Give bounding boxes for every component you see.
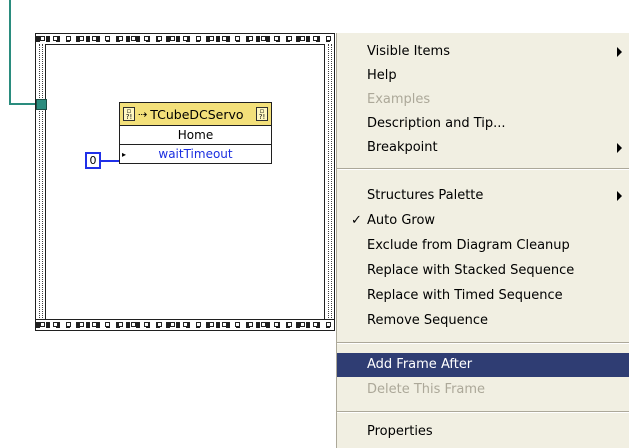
filmstrip-hole (287, 36, 292, 41)
menu-item-exclude-from-cleanup[interactable]: Exclude from Diagram Cleanup (337, 234, 629, 258)
filmstrip-hole (183, 36, 188, 41)
filmstrip-hole (196, 322, 201, 327)
menu-item-help[interactable]: Help (337, 64, 629, 88)
filmstrip-hole (313, 322, 318, 327)
filmstrip-hole (105, 36, 110, 41)
check-icon: ✓ (351, 213, 362, 228)
filmstrip-hole (209, 322, 214, 327)
filmstrip-hole (144, 322, 149, 327)
filmstrip-hole (105, 322, 110, 327)
menu-item-remove-sequence[interactable]: Remove Sequence (337, 309, 629, 333)
filmstrip-hole (118, 36, 123, 41)
menu-item-visible-items[interactable]: Visible Items (337, 40, 629, 64)
menu-separator (337, 168, 629, 170)
filmstrip-hole (144, 36, 149, 41)
filmstrip-hole (274, 322, 279, 327)
submenu-arrow-icon (617, 143, 622, 153)
filmstrip-hole (79, 36, 84, 41)
filmstrip-hole (287, 322, 292, 327)
menu-item-delete-this-frame: Delete This Frame (367, 382, 486, 397)
invoke-node[interactable]: ▫?! ⇢ TCubeDCServo ▫?! Home ▸ waitTimeou… (119, 102, 272, 164)
menu-item-description-and-tip[interactable]: Description and Tip... (337, 112, 629, 136)
filmstrip-hole (261, 36, 266, 41)
flat-sequence-structure[interactable] (35, 33, 335, 331)
menu-item-examples: Examples (367, 92, 431, 107)
filmstrip-hole (196, 36, 201, 41)
sequence-filmstrip-bottom (36, 319, 334, 330)
parameter-label: waitTimeout (158, 147, 233, 161)
menu-item-replace-stacked[interactable]: Replace with Stacked Sequence (337, 259, 629, 283)
menu-item-add-frame-after[interactable]: Add Frame After (337, 353, 629, 377)
filmstrip-hole (326, 322, 331, 327)
submenu-arrow-icon (617, 191, 622, 201)
filmstrip-hole (209, 36, 214, 41)
filmstrip-hole (92, 322, 97, 327)
menu-item-replace-timed[interactable]: Replace with Timed Sequence (337, 284, 629, 308)
menu-separator (337, 411, 629, 413)
filmstrip-hole (66, 36, 71, 41)
filmstrip-hole (53, 36, 58, 41)
filmstrip-hole (40, 322, 45, 327)
invoke-node-header[interactable]: ▫?! ⇢ TCubeDCServo ▫?! (120, 103, 271, 126)
reference-out-icon: ▫?! (256, 107, 268, 121)
filmstrip-hole (79, 322, 84, 327)
filmstrip-hole (222, 36, 227, 41)
context-menu[interactable]: Visible Items Help Examples Description … (336, 33, 629, 448)
filmstrip-hole (183, 322, 188, 327)
submenu-arrow-icon (617, 47, 622, 57)
filmstrip-hole (313, 36, 318, 41)
menu-separator (337, 342, 629, 344)
filmstrip-hole (235, 322, 240, 327)
filmstrip-hole (248, 36, 253, 41)
filmstrip-hole (53, 322, 58, 327)
filmstrip-hole (40, 36, 45, 41)
wire-vertical[interactable] (9, 0, 11, 105)
filmstrip-hole (92, 36, 97, 41)
method-row[interactable]: Home (120, 126, 271, 145)
filmstrip-hole (157, 36, 162, 41)
sequence-frame[interactable] (45, 44, 325, 320)
numeric-constant[interactable]: 0 (85, 152, 101, 169)
menu-item-properties[interactable]: Properties (337, 420, 629, 444)
filmstrip-hole (248, 322, 253, 327)
method-label: Home (177, 128, 214, 142)
filmstrip-hole (261, 322, 266, 327)
filmstrip-hole (131, 322, 136, 327)
filmstrip-hole (274, 36, 279, 41)
filmstrip-hole (170, 322, 175, 327)
filmstrip-hole (300, 36, 305, 41)
class-name-label: TCubeDCServo (150, 106, 244, 122)
filmstrip-hole (235, 36, 240, 41)
filmstrip-hole (170, 36, 175, 41)
sequence-border-right (324, 44, 334, 320)
tunnel-terminal[interactable] (36, 99, 47, 110)
input-terminal-icon: ▸ (122, 150, 127, 159)
filmstrip-hole (131, 36, 136, 41)
wire-constant[interactable] (101, 160, 120, 162)
reference-terminal-icon: ▫?! (123, 107, 135, 121)
filmstrip-hole (300, 322, 305, 327)
filmstrip-hole (157, 322, 162, 327)
filmstrip-hole (118, 322, 123, 327)
filmstrip-hole (326, 36, 331, 41)
menu-item-breakpoint[interactable]: Breakpoint (337, 136, 629, 160)
filmstrip-hole (66, 322, 71, 327)
menu-item-structures-palette[interactable]: Structures Palette (337, 184, 629, 208)
filmstrip-hole (222, 322, 227, 327)
menu-item-auto-grow[interactable]: ✓ Auto Grow (337, 209, 629, 233)
invoke-arrow-icon: ⇢ (138, 107, 148, 121)
parameter-row[interactable]: ▸ waitTimeout (120, 145, 271, 163)
